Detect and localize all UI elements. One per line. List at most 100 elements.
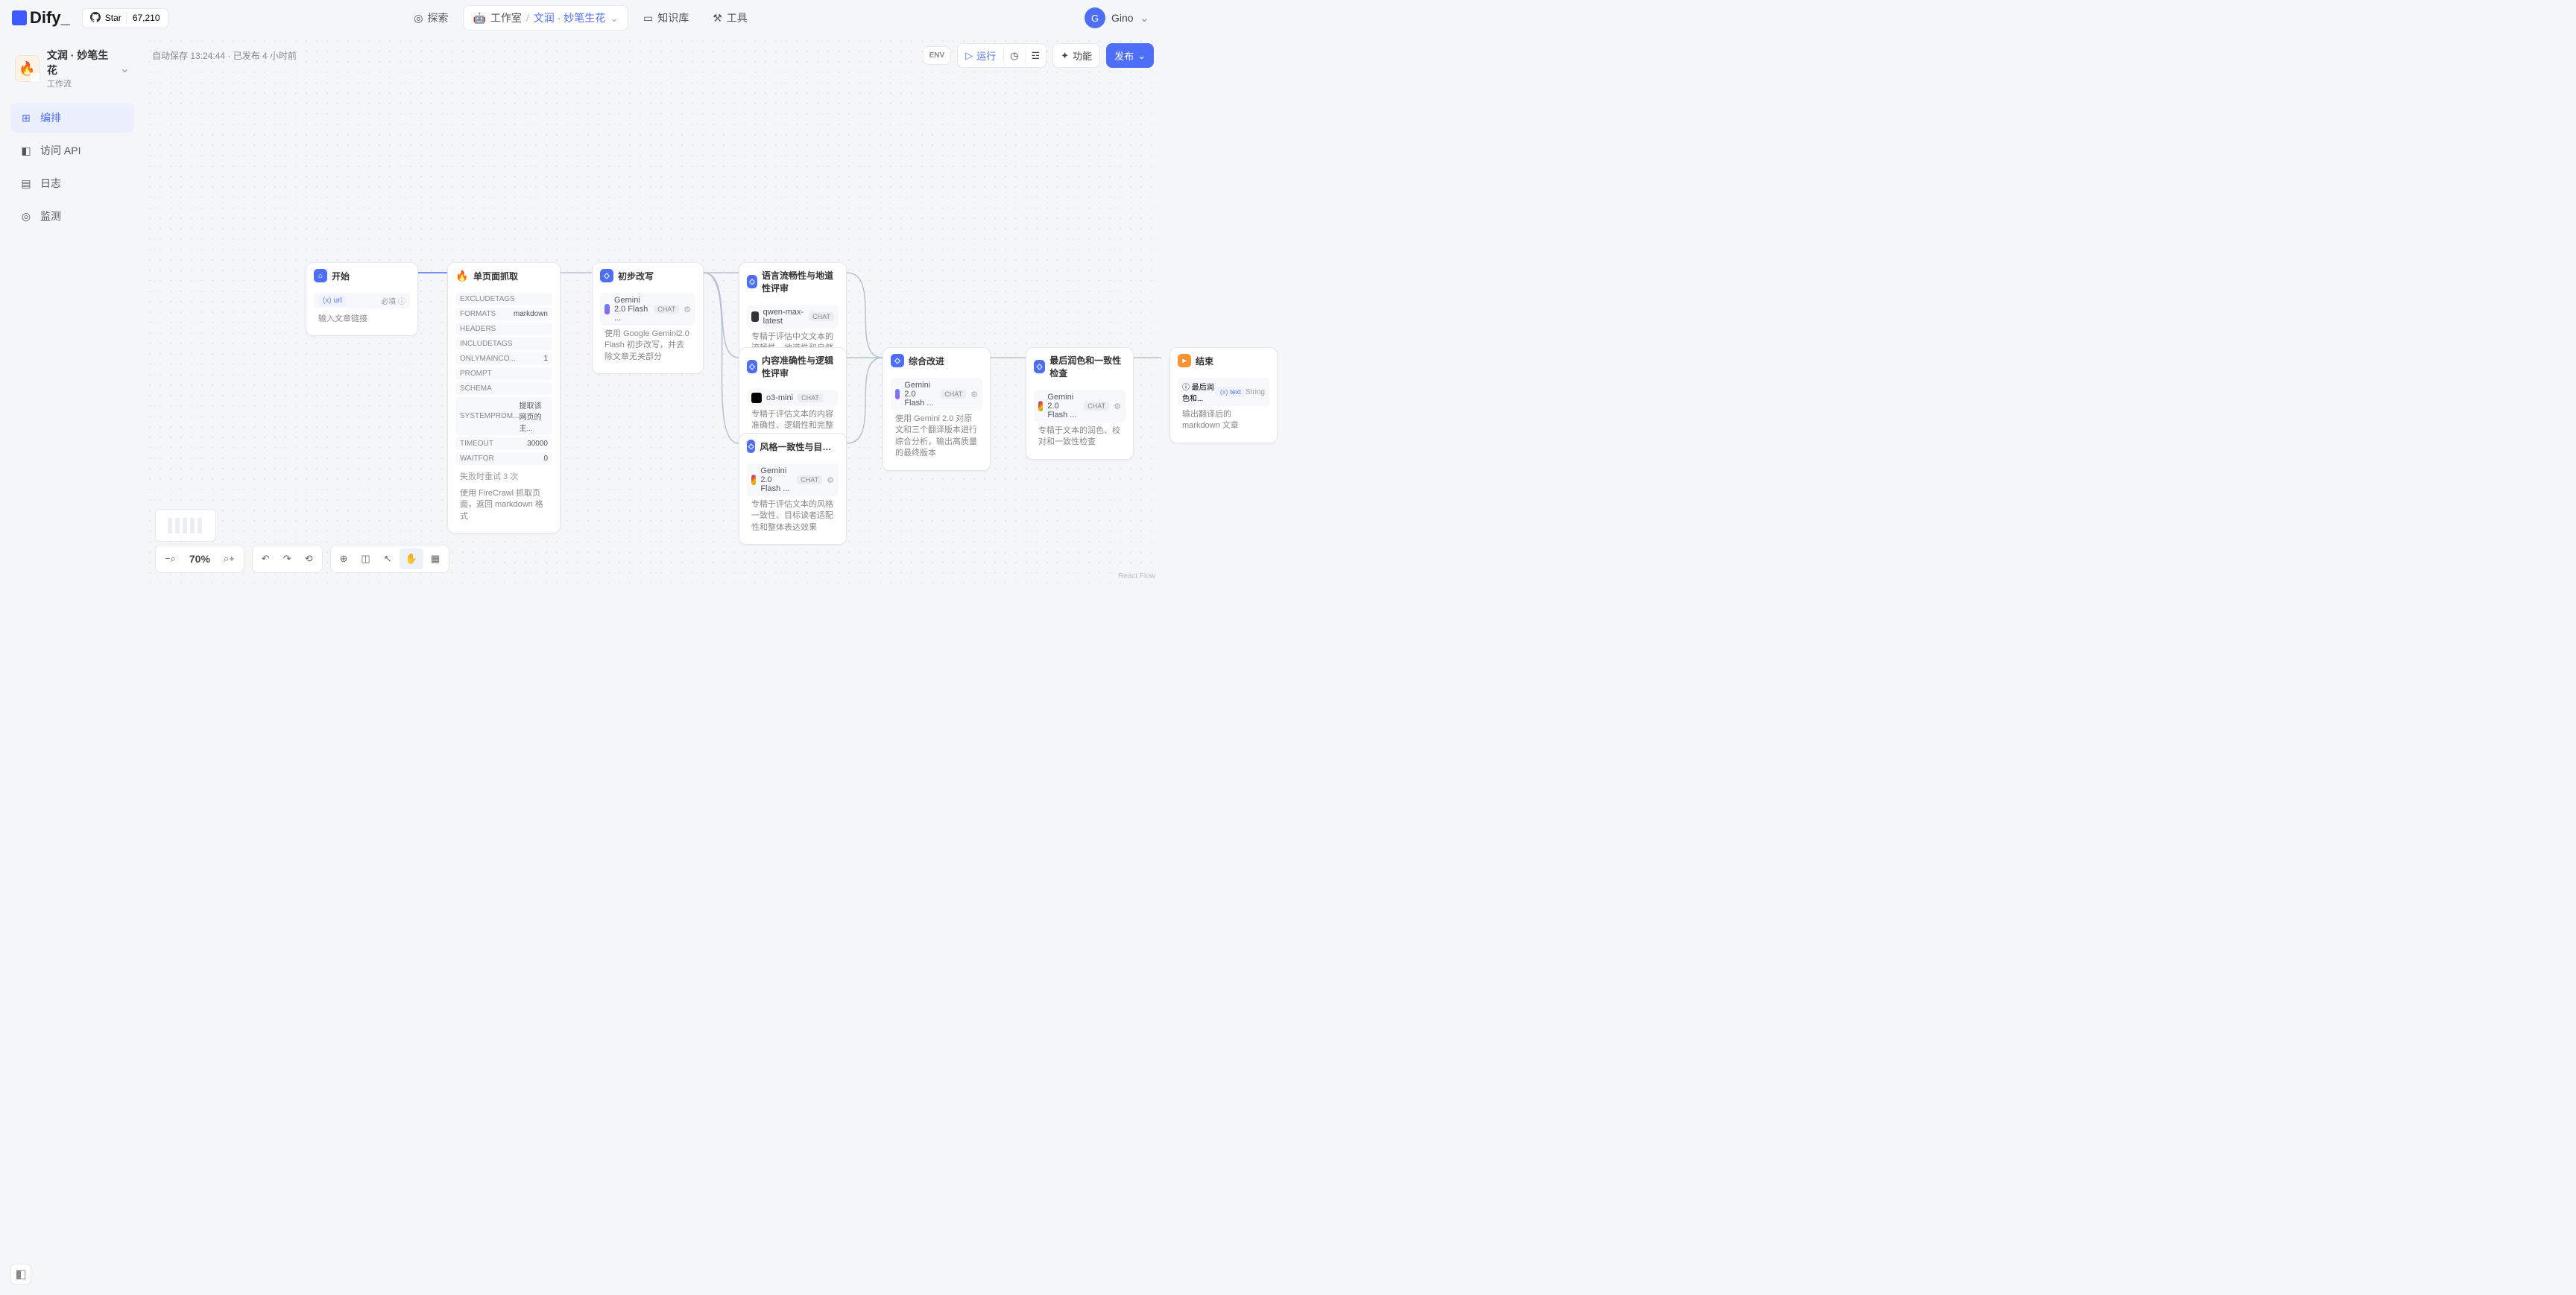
nav-knowledge[interactable]: ▭ 知识库 (634, 6, 698, 30)
retry-note: 失败时重试 3 次 (455, 467, 552, 485)
workflow-canvas[interactable]: 自动保存 13:24:44 · 已发布 4 小时前 ENV ▷ 运行 ◷ ☲ ✦… (145, 36, 1161, 583)
model-selector[interactable]: Gemini 2.0 Flash ... CHAT ⚙ (1034, 390, 1126, 422)
param-row: ONLYMAINCO...1 (455, 352, 552, 365)
github-star-button[interactable]: Star 67,210 (82, 8, 168, 28)
openai-icon (751, 393, 762, 403)
node-scrape[interactable]: 🔥单页面抓取 EXCLUDETAGSFORMATSmarkdownHEADERS… (447, 262, 561, 533)
nav-tools[interactable]: ⚒ 工具 (704, 6, 757, 30)
minimap[interactable] (155, 509, 216, 542)
nav-workspace[interactable]: 🤖 工作室 / 文润 · 妙笔生花 ⌄ (463, 5, 628, 31)
app-fire-icon: 🔥 (15, 55, 40, 82)
chevron-down-icon: ⌄ (610, 12, 619, 25)
llm-icon: ◇ (747, 275, 757, 288)
flag-icon: ▸ (1178, 354, 1191, 367)
sidebar-item-orchestrate[interactable]: ⊞ 编排 (10, 103, 134, 133)
checklist-button[interactable]: ☲ (1025, 44, 1046, 67)
hand-tool[interactable]: ✋ (400, 548, 423, 569)
publish-button[interactable]: 发布 ⌄ (1106, 43, 1154, 68)
sidebar-collapse-button[interactable]: ◧ (10, 1264, 31, 1285)
param-row: FORMATSmarkdown (455, 308, 552, 320)
vertex-icon (1038, 401, 1043, 411)
schedule-button[interactable]: ◷ (1003, 44, 1024, 67)
play-icon: ▷ (965, 50, 973, 62)
redo-button[interactable]: ↷ (277, 548, 297, 569)
model-selector[interactable]: Gemini 2.0 Flash ... CHAT ⚙ (600, 293, 695, 326)
undo-button[interactable]: ↶ (256, 548, 276, 569)
sidebar-item-monitor[interactable]: ◎ 监测 (10, 201, 134, 231)
app-header: Dify_ Star 67,210 ◎ 探索 🤖 工作室 / 文润 · 妙笔生花… (0, 0, 1161, 36)
param-row: TIMEOUT30000 (455, 437, 552, 450)
sidebar-item-logs[interactable]: ▤ 日志 (10, 168, 134, 198)
zoom-in-button[interactable]: ⌕+ (218, 548, 241, 569)
app-switcher[interactable]: 🔥 文润 · 妙笔生花 工作流 ⌄ (10, 43, 134, 94)
api-icon: ◧ (19, 145, 33, 157)
param-row: SYSTEMPROM...提取该网页的主... (455, 397, 552, 435)
note-icon: ◫ (361, 553, 370, 565)
clock-icon: ◷ (1010, 50, 1018, 62)
pointer-tool[interactable]: ↖ (378, 548, 398, 569)
llm-icon: ◇ (600, 269, 613, 282)
history-button[interactable]: ⟲ (299, 548, 319, 569)
book-icon: ▭ (643, 12, 653, 25)
home-icon: ⌂ (314, 269, 327, 282)
env-button[interactable]: ENV (923, 46, 952, 65)
gear-icon[interactable]: ⚙ (827, 475, 834, 485)
sidebar-item-label: 日志 (40, 176, 61, 191)
log-icon: ▤ (19, 177, 33, 190)
node-rewrite[interactable]: ◇初步改写 Gemini 2.0 Flash ... CHAT ⚙ 使用 Goo… (592, 262, 704, 374)
model-selector[interactable]: Gemini 2.0 Flash ... CHAT ⚙ (891, 378, 982, 411)
features-button[interactable]: ✦ 功能 (1052, 43, 1100, 68)
llm-icon: ◇ (1034, 360, 1045, 373)
sidebar-item-label: 编排 (40, 110, 61, 125)
organize-button[interactable]: ▦ (425, 548, 446, 569)
node-improve[interactable]: ◇综合改进 Gemini 2.0 Flash ... CHAT ⚙ 使用 Gem… (883, 347, 991, 471)
sidebar: 🔥 文润 · 妙笔生花 工作流 ⌄ ⊞ 编排 ◧ 访问 API ▤ 日志 ◎ 监… (0, 36, 145, 583)
node-style[interactable]: ◇风格一致性与目标读者适配性评 Gemini 2.0 Flash ... CHA… (739, 433, 847, 545)
llm-icon: ◇ (747, 440, 755, 453)
llm-icon: ◇ (747, 360, 757, 373)
node-polish[interactable]: ◇最后润色和一致性检查 Gemini 2.0 Flash ... CHAT ⚙ … (1026, 347, 1134, 460)
param-row: HEADERS (455, 323, 552, 335)
node-end[interactable]: ▸结束 ⓘ 最后润色和... (x)text String 输出翻译后的 mar… (1169, 347, 1278, 443)
avatar: G (1085, 7, 1105, 28)
user-menu[interactable]: G Gino ⌄ (1085, 7, 1149, 28)
variable-badge: (x)url (318, 295, 347, 306)
param-row: EXCLUDETAGS (455, 293, 552, 305)
vertex-icon (751, 475, 756, 485)
fire-icon: 🔥 (455, 269, 469, 282)
chevron-down-icon: ⌄ (1137, 50, 1146, 62)
gear-icon[interactable]: ⚙ (684, 305, 691, 314)
app-title: 文润 · 妙笔生花 (47, 48, 113, 77)
param-row: WAITFOR0 (455, 452, 552, 465)
sparkle-icon: ✦ (1061, 50, 1069, 62)
zoom-out-button[interactable]: −⌕ (159, 548, 182, 569)
model-selector[interactable]: qwen-max-latest CHAT (747, 305, 839, 329)
model-selector[interactable]: Gemini 2.0 Flash ... CHAT ⚙ (747, 463, 839, 496)
node-start[interactable]: ⌂开始 (x)url 必填 ⓘ 输入文章链接 (306, 262, 418, 336)
zoom-level[interactable]: 70% (183, 548, 216, 569)
github-count: 67,210 (126, 13, 160, 23)
gear-icon[interactable]: ⚙ (970, 390, 978, 399)
zoom-out-icon: −⌕ (165, 553, 176, 565)
brand-text: Dify_ (30, 8, 70, 28)
qwen-icon (751, 311, 759, 322)
run-button[interactable]: ▷ 运行 (958, 44, 1003, 67)
model-selector[interactable]: o3-mini CHAT (747, 390, 839, 406)
gear-icon[interactable]: ⚙ (1114, 402, 1121, 411)
nav-explore[interactable]: ◎ 探索 (405, 6, 457, 30)
sidebar-item-api[interactable]: ◧ 访问 API (10, 136, 134, 165)
history-icon: ⟲ (305, 553, 313, 565)
compass-icon: ◎ (414, 12, 423, 25)
redo-icon: ↷ (283, 553, 291, 565)
add-note-button[interactable]: ◫ (355, 548, 376, 569)
add-node-button[interactable]: ⊕ (334, 548, 354, 569)
autosave-status: 自动保存 13:24:44 · 已发布 4 小时前 (152, 49, 297, 62)
canvas-toolbar: −⌕ 70% ⌕+ ↶ ↷ ⟲ ⊕ ◫ ↖ ✋ ▦ (155, 545, 449, 573)
panel-icon: ◧ (15, 1267, 26, 1282)
list-icon: ☲ (1032, 50, 1041, 62)
param-row: SCHEMA (455, 382, 552, 395)
undo-icon: ↶ (262, 553, 270, 565)
param-row: INCLUDETAGS (455, 338, 552, 350)
node-description: 使用 FireCrawl 抓取页面，返回 markdown 格式 (455, 485, 552, 525)
brand-logo[interactable]: Dify_ (12, 8, 70, 28)
